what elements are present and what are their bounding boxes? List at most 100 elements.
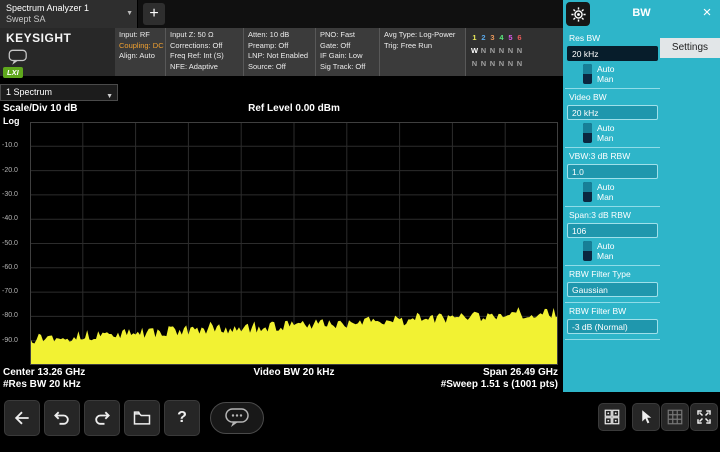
trace-number: 2 <box>479 32 488 43</box>
vbw-3-db-rbw-value[interactable]: 1.0 <box>567 164 658 179</box>
chat-bubble-icon <box>224 407 250 429</box>
menu-item-rbw-filter-type: RBW Filter TypeGaussian <box>565 266 660 303</box>
trace-numbers-row: 123456 <box>470 30 559 43</box>
arrange-windows-button[interactable] <box>598 403 626 431</box>
app-tab-subtitle: Swept SA <box>6 14 123 25</box>
menu-item-res-bw: Res BW20 kHzAutoMan <box>565 30 660 89</box>
y-axis-label: -70.0 <box>2 288 18 295</box>
toggle-option-man[interactable]: Man <box>597 133 615 143</box>
menu-item-video-bw: Video BW 20 kHz AutoMan <box>565 89 660 148</box>
toggle-option-man[interactable]: Man <box>597 251 615 261</box>
trace-state: N <box>506 58 515 69</box>
status-column-1: Input: RFCoupling: DCAlign: Auto <box>115 28 165 76</box>
touch-pointer-button[interactable] <box>632 403 660 431</box>
status-field: PNO: Fast <box>320 30 375 41</box>
vbw-3-db-rbw-auto-man-toggle[interactable]: AutoMan <box>567 180 658 202</box>
trace-state: N <box>515 45 524 56</box>
undo-button[interactable] <box>44 400 80 436</box>
video-bw-readout: Video BW 20 kHz <box>184 367 404 378</box>
open-file-button[interactable] <box>124 400 160 436</box>
y-axis-label: -10.0 <box>2 142 18 149</box>
y-axis-label: -80.0 <box>2 312 18 319</box>
y-axis-label: -40.0 <box>2 215 18 222</box>
toggle-labels: AutoMan <box>597 182 615 202</box>
chevron-down-icon: ▼ <box>106 89 113 104</box>
y-axis-label: -30.0 <box>2 191 18 198</box>
status-field: Freq Ref: Int (S) <box>170 51 239 62</box>
speech-bubble-icon <box>8 49 30 66</box>
keysight-logo: KEYSIGHT <box>6 31 109 45</box>
status-field: Coupling: DC <box>119 41 161 52</box>
video-bw-label: Video BW <box>567 91 658 103</box>
span-3-db-rbw-value[interactable]: 106 <box>567 223 658 238</box>
toggle-option-auto[interactable]: Auto <box>597 123 615 133</box>
toggle-option-auto[interactable]: Auto <box>597 182 615 192</box>
status-column-4: PNO: FastGate: OffIF Gain: LowSig Track:… <box>315 28 379 76</box>
res-bw-label: Res BW <box>567 32 658 44</box>
lxi-badge: LXI <box>3 67 23 78</box>
help-button[interactable]: ? <box>164 400 200 436</box>
sweep-readout: #Sweep 1.51 s (1001 pts) <box>441 379 558 390</box>
back-button[interactable] <box>4 400 40 436</box>
fullscreen-icon <box>695 408 713 426</box>
rbw-filter-type-value[interactable]: Gaussian <box>567 282 658 297</box>
rbw-filter-bw-value[interactable]: -3 dB (Normal) <box>567 319 658 334</box>
res-bw-value[interactable]: 20 kHz <box>567 46 658 61</box>
tab-settings[interactable]: Settings <box>660 38 720 58</box>
span-3-db-rbw-label: Span:3 dB RBW <box>567 209 658 221</box>
y-axis-label: -60.0 <box>2 264 18 271</box>
app-tab-spectrum-analyzer[interactable]: Spectrum Analyzer 1 Swept SA ▼ <box>0 0 138 28</box>
add-tab-button[interactable]: + <box>143 3 165 25</box>
multi-window-icon <box>666 408 684 426</box>
center-frequency-readout: Center 13.26 GHz <box>3 367 85 378</box>
menu-item-rbw-filter-bw: RBW Filter BW-3 dB (Normal) <box>565 303 660 340</box>
redo-button[interactable] <box>84 400 120 436</box>
video-bw-auto-man-toggle[interactable]: AutoMan <box>567 121 658 143</box>
trace-state-row-2: NNNNNN <box>470 56 559 69</box>
status-field: Atten: 10 dB <box>248 30 311 41</box>
redo-icon <box>92 408 112 428</box>
trace-number: 4 <box>497 32 506 43</box>
trace-number: 5 <box>506 32 515 43</box>
res-bw-auto-man-toggle[interactable]: AutoMan <box>567 62 658 84</box>
status-column-3: Atten: 10 dBPreamp: OffLNP: Not EnabledS… <box>243 28 315 76</box>
status-column-2: Input Z: 50 ΩCorrections: OffFreq Ref: I… <box>165 28 243 76</box>
menu-item-span-3-db-rbw: Span:3 dB RBW106AutoMan <box>565 207 660 266</box>
back-icon <box>12 408 32 428</box>
status-panel: Input: RFCoupling: DCAlign: AutoInput Z:… <box>115 28 563 76</box>
trace-state: W <box>470 45 479 56</box>
trace-state: N <box>497 45 506 56</box>
trace-state: N <box>488 45 497 56</box>
toggle-option-auto[interactable]: Auto <box>597 64 615 74</box>
close-panel-button[interactable]: × <box>697 4 717 24</box>
status-field: LNP: Not Enabled <box>248 51 311 62</box>
touch-pointer-icon <box>637 408 655 426</box>
toggle-knob <box>583 64 592 74</box>
trace-number: 6 <box>515 32 524 43</box>
status-field: Corrections: Off <box>170 41 239 52</box>
trace-state: N <box>479 58 488 69</box>
span-3-db-rbw-auto-man-toggle[interactable]: AutoMan <box>567 239 658 261</box>
video-bw-value[interactable]: 20 kHz <box>567 105 658 120</box>
trace-state: N <box>515 58 524 69</box>
spectrum-analyzer-app: Spectrum Analyzer 1 Swept SA ▼ + BW × KE… <box>0 0 720 452</box>
toggle-option-auto[interactable]: Auto <box>597 241 615 251</box>
status-field: Avg Type: Log-Power <box>384 30 461 41</box>
status-field: Gate: Off <box>320 41 375 52</box>
multi-window-button[interactable] <box>661 403 689 431</box>
fullscreen-button[interactable] <box>690 403 718 431</box>
trace-window-selector[interactable]: 1 Spectrum ▼ <box>0 84 118 101</box>
status-column-5: Avg Type: Log-PowerTrig: Free Run <box>379 28 465 76</box>
y-axis-label: -50.0 <box>2 240 18 247</box>
top-tab-bar: Spectrum Analyzer 1 Swept SA ▼ + BW × <box>0 0 720 28</box>
status-field: IF Gain: Low <box>320 51 375 62</box>
messages-button[interactable] <box>210 402 264 434</box>
toggle-option-man[interactable]: Man <box>597 74 615 84</box>
toggle-labels: AutoMan <box>597 123 615 143</box>
res-bw-readout: #Res BW 20 kHz <box>3 379 81 390</box>
toggle-indicator <box>583 64 592 84</box>
ref-level-readout: Ref Level 0.00 dBm <box>184 103 404 114</box>
trace-state: N <box>470 58 479 69</box>
toggle-knob <box>583 241 592 251</box>
toggle-option-man[interactable]: Man <box>597 192 615 202</box>
